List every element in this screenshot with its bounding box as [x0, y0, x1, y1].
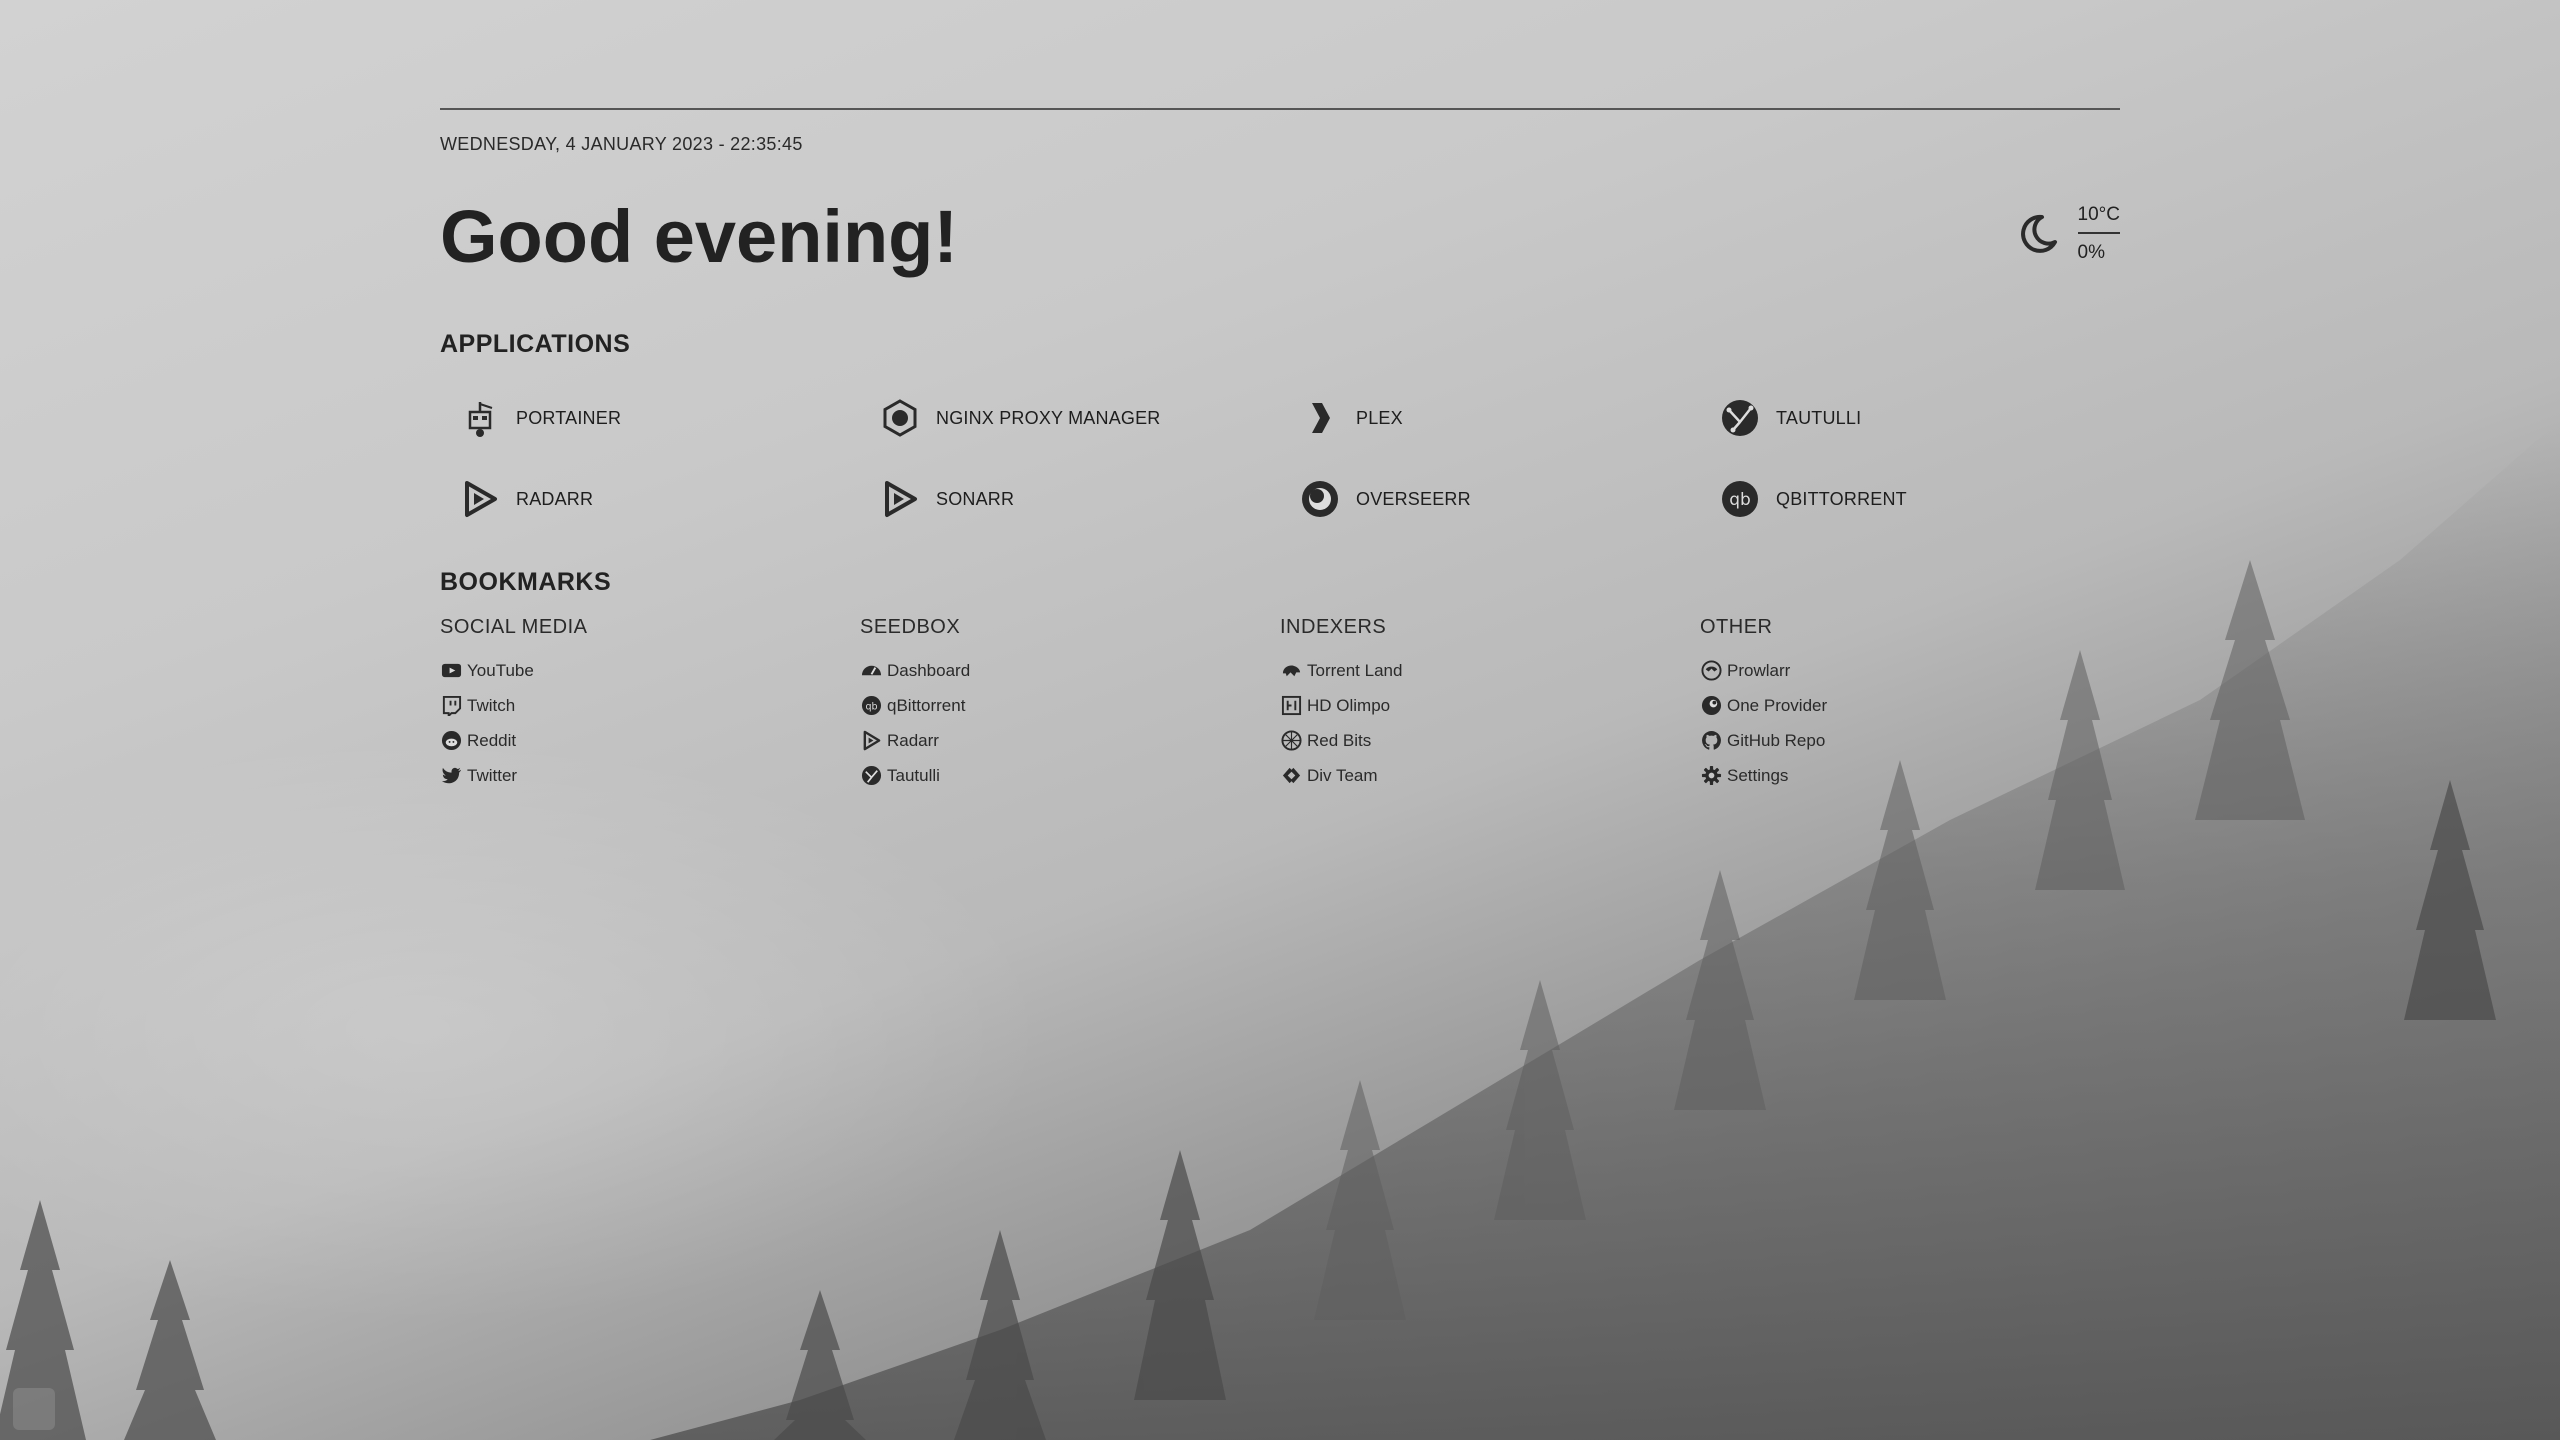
sonarr-icon	[880, 479, 920, 519]
bookmark-radarr[interactable]: Radarr	[860, 723, 1280, 758]
applications-grid: PORTAINER NGINX PROXY MANAGER PLEX TAUTU…	[460, 390, 2120, 552]
bookmark-label: Reddit	[467, 730, 517, 750]
youtube-icon	[440, 660, 462, 682]
radarr-icon	[860, 730, 882, 752]
bookmark-group-social-media: SOCIAL MEDIA YouTube Twitch Reddit Twitt…	[440, 616, 860, 793]
bookmark-tautulli[interactable]: Tautulli	[860, 758, 1280, 793]
hd-olimpo-icon	[1280, 695, 1302, 717]
bookmark-red-bits[interactable]: Red Bits	[1280, 723, 1700, 758]
bookmark-github-repo[interactable]: GitHub Repo	[1700, 723, 2120, 758]
bookmark-label: HD Olimpo	[1307, 695, 1391, 715]
tautulli-icon	[860, 765, 882, 787]
weather-widget: 10°C 0%	[2016, 204, 2120, 264]
app-label: OVERSEERR	[1356, 488, 1471, 509]
app-qbittorrent[interactable]: qb QBITTORRENT	[1720, 471, 2140, 527]
bookmark-one-provider[interactable]: One Provider	[1700, 688, 2120, 723]
bookmark-label: YouTube	[467, 660, 534, 680]
app-label: TAUTULLI	[1776, 407, 1862, 428]
bookmark-label: qBittorrent	[887, 695, 966, 715]
bookmark-group-title: SOCIAL MEDIA	[440, 616, 588, 638]
bookmark-div-team[interactable]: Div Team	[1280, 758, 1700, 793]
bookmark-group-title: SEEDBOX	[860, 616, 961, 638]
bookmark-label: Red Bits	[1307, 730, 1372, 750]
app-label: PLEX	[1356, 407, 1403, 428]
div-team-icon	[1280, 765, 1302, 787]
radarr-icon	[460, 479, 500, 519]
app-sonarr[interactable]: SONARR	[880, 471, 1300, 527]
bookmark-label: Dashboard	[887, 660, 971, 680]
app-label: PORTAINER	[516, 407, 622, 428]
app-label: RADARR	[516, 488, 594, 509]
bookmark-group-title: INDEXERS	[1280, 616, 1387, 638]
portainer-icon	[460, 398, 500, 438]
plex-icon	[1300, 398, 1340, 438]
weather-values: 10°C 0%	[2077, 204, 2120, 264]
svg-text:qb: qb	[865, 701, 877, 712]
app-overseerr[interactable]: OVERSEERR	[1300, 471, 1720, 527]
bookmark-label: Radarr	[887, 730, 939, 750]
nginx-proxy-manager-icon	[880, 398, 920, 438]
app-portainer[interactable]: PORTAINER	[460, 390, 880, 446]
bookmark-group-indexers: INDEXERS Torrent Land HD Olimpo Red Bits…	[1280, 616, 1700, 793]
bookmark-label: Settings	[1727, 765, 1789, 785]
bookmark-torrent-land[interactable]: Torrent Land	[1280, 653, 1700, 688]
bookmark-label: Div Team	[1307, 765, 1378, 785]
bookmark-label: Twitter	[467, 765, 518, 785]
dashboard-page: WEDNESDAY, 4 JANUARY 2023 - 22:35:45 Goo…	[440, 0, 2120, 1440]
bookmark-label: GitHub Repo	[1727, 730, 1826, 750]
app-radarr[interactable]: RADARR	[460, 471, 880, 527]
torrent-land-icon	[1280, 660, 1302, 682]
bookmark-group-other: OTHER Prowlarr One Provider GitHub Repo …	[1700, 616, 2120, 793]
top-divider	[440, 108, 2120, 110]
bookmarks-title: BOOKMARKS	[440, 568, 612, 596]
bookmark-group-title: OTHER	[1700, 616, 1773, 638]
bookmarks-grid: SOCIAL MEDIA YouTube Twitch Reddit Twitt…	[440, 616, 2120, 793]
bookmark-group-seedbox: SEEDBOX Dashboard qb qBittorrent Radarr …	[860, 616, 1280, 793]
bookmark-youtube[interactable]: YouTube	[440, 653, 860, 688]
weather-humidity: 0%	[2077, 242, 2106, 263]
qbittorrent-icon: qb	[860, 695, 882, 717]
greeting-heading: Good evening!	[440, 195, 958, 278]
overseerr-icon	[1300, 479, 1340, 519]
bookmark-label: Torrent Land	[1307, 660, 1403, 680]
app-label: SONARR	[936, 488, 1015, 509]
bookmark-twitter[interactable]: Twitter	[440, 758, 860, 793]
app-label: NGINX PROXY MANAGER	[936, 407, 1161, 428]
bookmark-hd-olimpo[interactable]: HD Olimpo	[1280, 688, 1700, 723]
applications-title: APPLICATIONS	[440, 330, 631, 358]
bookmark-label: One Provider	[1727, 695, 1828, 715]
app-label: QBITTORRENT	[1776, 488, 1907, 509]
bookmark-qbittorrent[interactable]: qb qBittorrent	[860, 688, 1280, 723]
red-bits-icon	[1280, 730, 1302, 752]
bookmark-prowlarr[interactable]: Prowlarr	[1700, 653, 2120, 688]
prowlarr-icon	[1700, 660, 1722, 682]
app-tautulli[interactable]: TAUTULLI	[1720, 390, 2140, 446]
weather-temperature: 10°C	[2077, 204, 2120, 234]
bookmark-twitch[interactable]: Twitch	[440, 688, 860, 723]
corner-toggle-button[interactable]	[13, 1388, 55, 1430]
bookmark-reddit[interactable]: Reddit	[440, 723, 860, 758]
qbittorrent-icon: qb	[1720, 479, 1760, 519]
bookmark-label: Tautulli	[887, 765, 940, 785]
gear-icon	[1700, 765, 1722, 787]
twitch-icon	[440, 695, 462, 717]
bookmark-settings[interactable]: Settings	[1700, 758, 2120, 793]
moon-icon	[2016, 212, 2060, 256]
svg-text:qb: qb	[1729, 490, 1751, 510]
twitter-icon	[440, 765, 462, 787]
bookmark-label: Twitch	[467, 695, 516, 715]
app-nginx-proxy-manager[interactable]: NGINX PROXY MANAGER	[880, 390, 1300, 446]
bookmark-dashboard[interactable]: Dashboard	[860, 653, 1280, 688]
github-icon	[1700, 730, 1722, 752]
tautulli-icon	[1720, 398, 1760, 438]
bookmark-label: Prowlarr	[1727, 660, 1791, 680]
one-provider-icon	[1700, 695, 1722, 717]
app-plex[interactable]: PLEX	[1300, 390, 1720, 446]
reddit-icon	[440, 730, 462, 752]
dashboard-gauge-icon	[860, 660, 882, 682]
date-time: WEDNESDAY, 4 JANUARY 2023 - 22:35:45	[440, 134, 803, 154]
